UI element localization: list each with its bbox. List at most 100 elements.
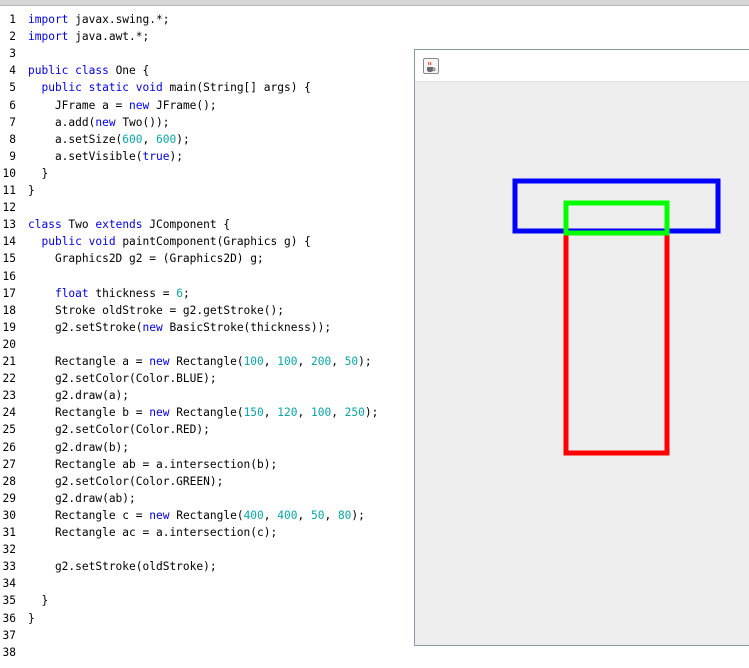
line-number: 24 [2,406,16,420]
line-number: 12 [2,201,16,215]
keyword-token: public static void [41,81,163,95]
code-text[interactable]: } [28,592,48,609]
swing-output-window[interactable] [414,49,749,646]
code-text[interactable]: a.setSize(600, 600); [28,131,190,148]
code-text[interactable]: float thickness = 6; [28,285,190,302]
line-number: 11 [2,184,16,197]
number-token: 80 [337,508,352,522]
number-token: 100 [243,355,264,368]
code-token: a.setSize( [28,132,123,146]
code-text[interactable]: g2.draw(ab); [28,490,136,507]
code-token: ); [169,149,183,163]
code-token: , [331,355,345,368]
keyword-token: new [129,98,150,112]
blue-rectangle [512,178,721,234]
line-number: 31 [2,526,16,539]
line-number: 32 [2,543,16,557]
code-token: , [297,406,311,420]
code-token: ); [351,508,365,522]
code-text[interactable]: public void paintComponent(Graphics g) { [28,233,310,250]
code-text[interactable]: import java.awt.*; [28,28,149,45]
line-number: 3 [9,47,16,61]
number-token: 250 [344,406,365,420]
code-token: thickness = [88,286,177,300]
keyword-token: float [54,286,89,300]
code-token: , [263,406,278,420]
keyword-token: true [142,149,170,163]
code-token: Rectangle a = [28,355,150,368]
code-token: , [324,508,338,522]
keyword-token: new [142,320,163,334]
code-text[interactable]: g2.setColor(Color.RED); [28,421,210,438]
code-text[interactable]: a.add(new Two()); [28,114,170,131]
code-text[interactable]: JFrame a = new JFrame(); [28,97,217,114]
keyword-token: new [149,406,170,420]
line-number: 33 [2,560,16,574]
code-text[interactable]: Rectangle ac = a.intersection(c); [28,524,277,541]
code-token: Graphics2D g2 = (Graphics2D) g; [28,252,264,266]
code-token: JFrame(); [149,98,217,112]
line-number: 8 [9,132,16,146]
code-token: g2.setColor(Color.GREEN); [28,474,224,488]
line-number: 16 [2,269,16,283]
code-text[interactable]: g2.setStroke(new BasicStroke(thickness))… [28,319,331,336]
line-number: 38 [2,645,16,659]
line-number: 35 [2,594,16,608]
code-text[interactable]: Graphics2D g2 = (Graphics2D) g; [28,250,264,267]
code-text[interactable]: Rectangle a = new Rectangle(100, 100, 20… [28,353,372,370]
code-token: g2.setStroke( [28,320,143,334]
java-cup-graphic [427,61,436,72]
keyword-token: import [28,30,69,44]
code-token: JComponent { [142,218,231,232]
code-text[interactable]: g2.setColor(Color.GREEN); [28,473,223,490]
line-number: 34 [2,577,16,591]
number-token: 100 [310,406,332,420]
code-text[interactable]: public class One { [28,62,149,79]
code-text[interactable]: } [28,610,35,627]
code-text[interactable]: } [28,182,35,199]
code-text[interactable]: class Two extends JComponent { [28,216,230,233]
code-token: java.awt.*; [68,30,150,44]
code-text[interactable]: a.setVisible(true); [28,148,183,165]
code-text[interactable]: g2.setStroke(oldStroke); [28,558,217,575]
code-token: , [263,355,278,368]
number-token: 50 [310,508,325,522]
line-number: 1 [9,13,16,26]
code-token: g2.draw(a); [28,389,130,403]
code-token: g2.draw(b); [28,440,130,454]
line-number: 7 [9,115,16,129]
code-token: Two [61,218,96,232]
line-number: 23 [2,389,16,403]
code-text[interactable]: Stroke oldStroke = g2.getStroke(); [28,302,284,319]
code-token: , [263,508,278,522]
line-number: 13 [2,218,16,232]
line-number: 9 [9,149,16,163]
code-text[interactable]: Rectangle ab = a.intersection(b); [28,456,277,473]
code-token: Rectangle b = [28,406,150,420]
line-number: 25 [2,423,16,437]
code-text[interactable]: g2.draw(b); [28,439,129,456]
code-token: a.setVisible( [28,149,143,163]
keyword-token: public class [28,64,109,78]
code-token: } [28,594,49,608]
line-number: 19 [2,320,16,334]
code-text[interactable]: public static void main(String[] args) { [28,79,310,96]
code-text[interactable]: Rectangle b = new Rectangle(150, 120, 10… [28,404,378,421]
code-token: BasicStroke(thickness)); [162,320,332,334]
code-text[interactable]: Rectangle c = new Rectangle(400, 400, 50… [28,507,365,524]
line-number: 20 [2,337,16,351]
number-token: 6 [176,286,183,300]
code-token: Rectangle c = [28,508,150,522]
window-title-bar[interactable] [415,50,749,82]
number-token: 600 [156,132,177,146]
code-text[interactable]: g2.setColor(Color.BLUE); [28,370,217,387]
code-text[interactable]: g2.draw(a); [28,387,129,404]
code-text[interactable]: import javax.swing.*; [28,11,169,28]
number-token: 400 [277,508,298,522]
code-token: g2.setStroke(oldStroke); [28,560,217,574]
code-token: } [28,166,49,180]
number-token: 150 [243,406,264,420]
code-text[interactable]: } [28,165,48,182]
code-token: ; [182,286,190,300]
